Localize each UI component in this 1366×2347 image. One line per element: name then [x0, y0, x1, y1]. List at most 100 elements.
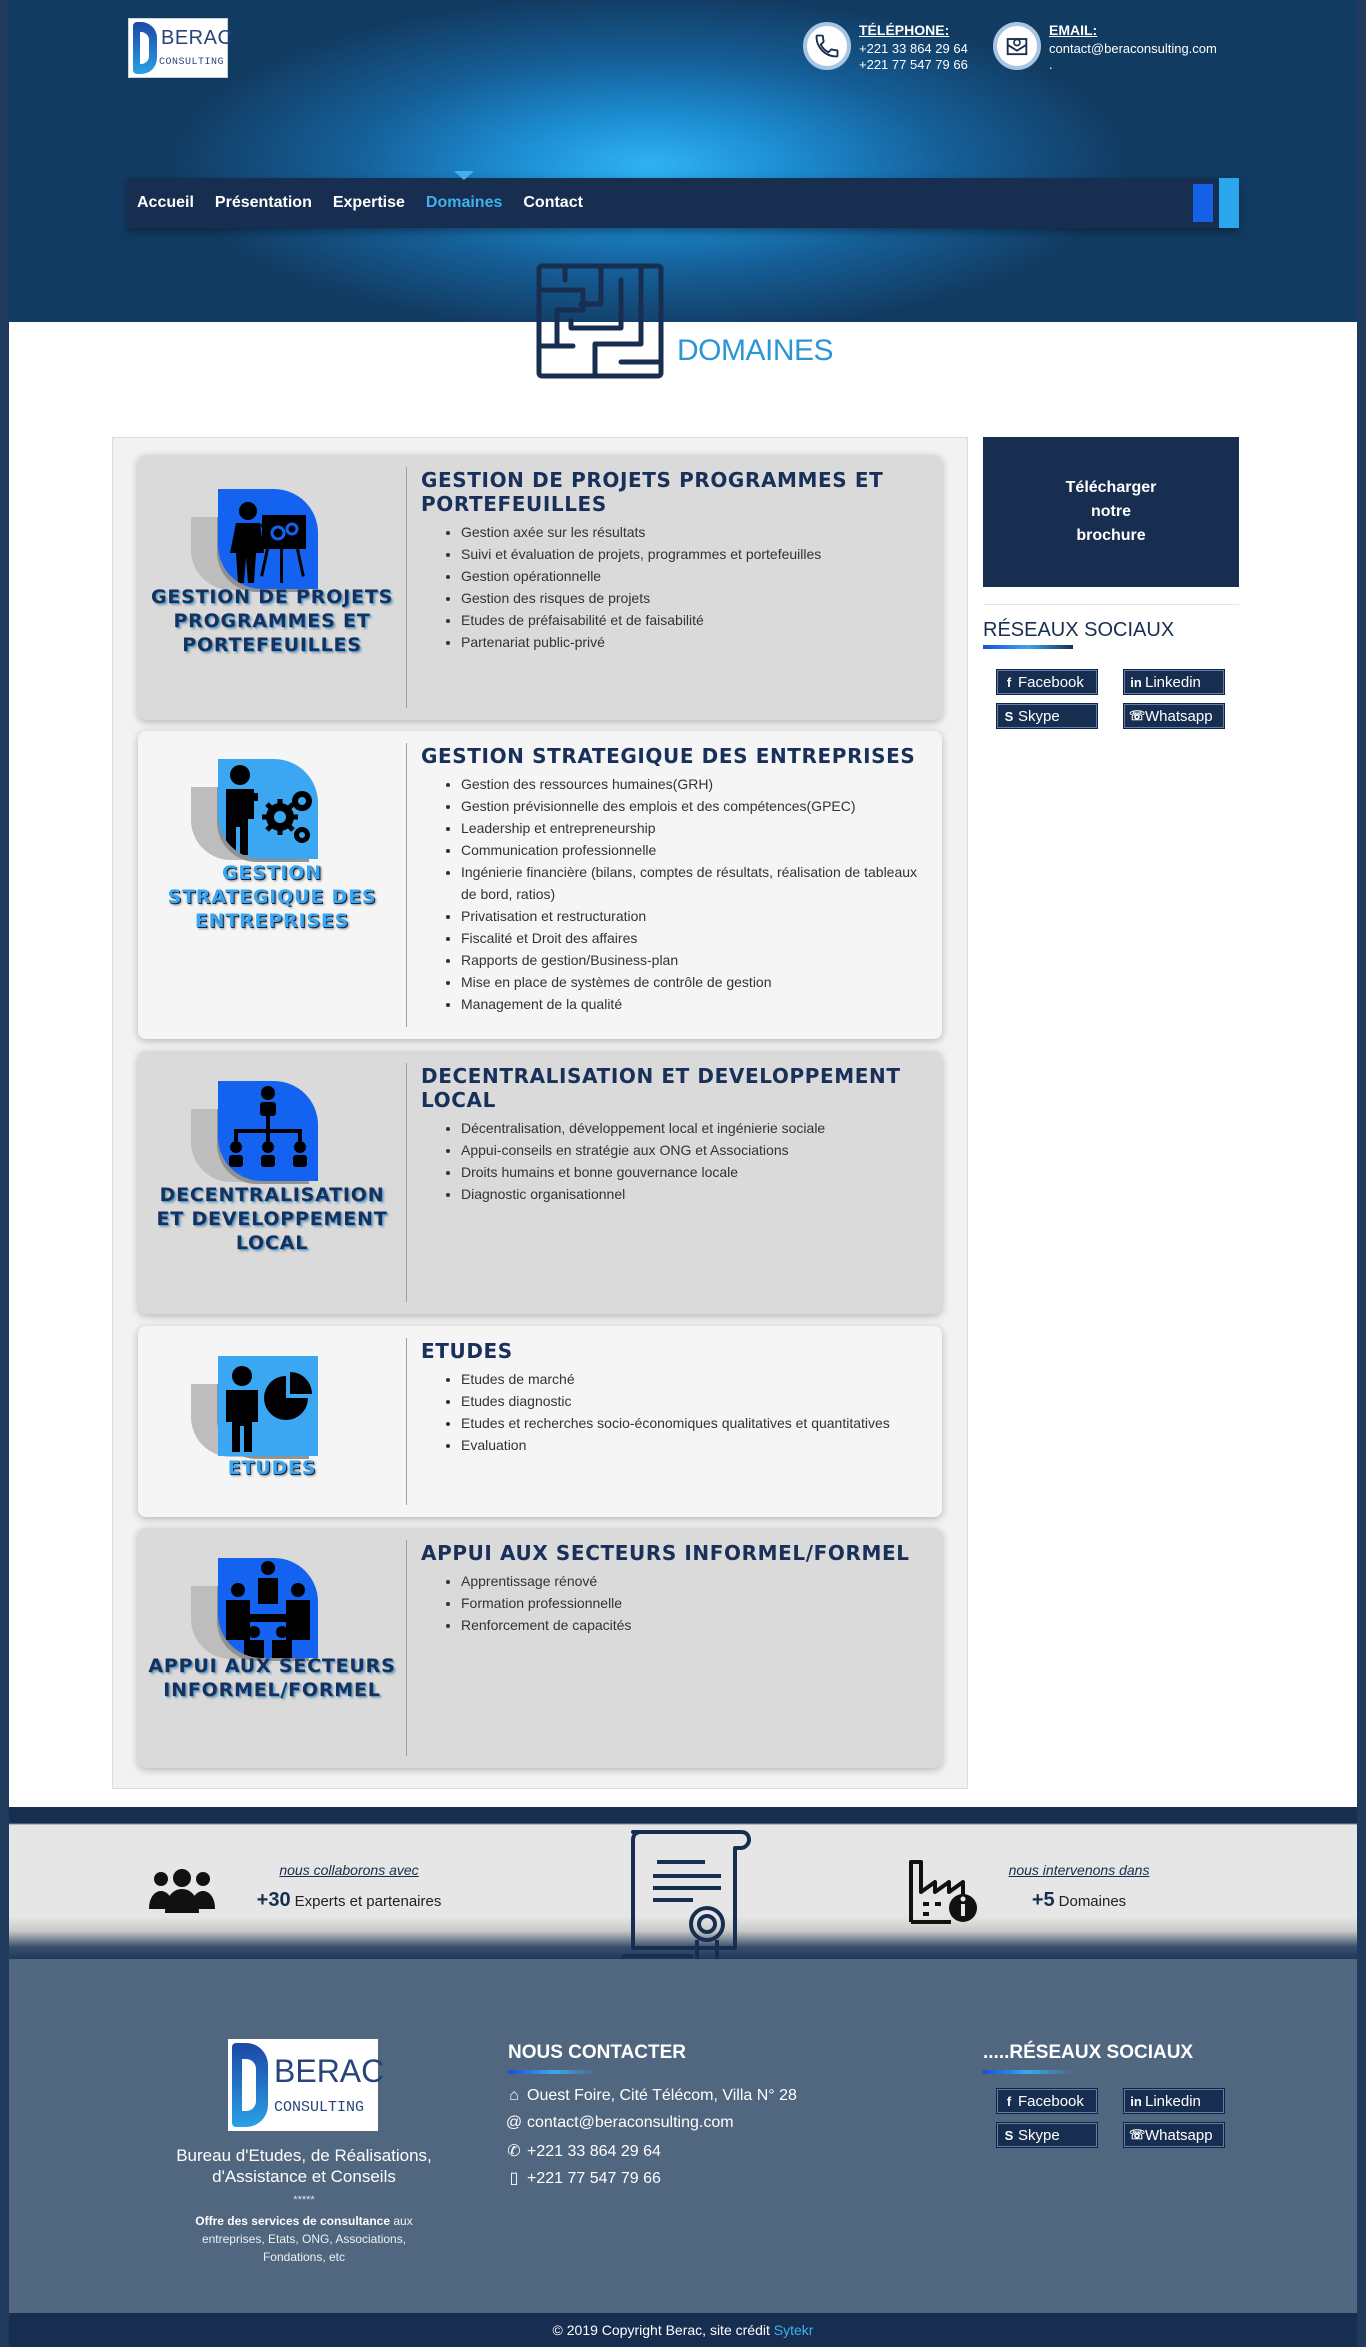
nav-toggle-accent[interactable]: [1219, 178, 1239, 228]
list-item: Diagnostic organisationnel: [461, 1183, 922, 1205]
footer-phone-2[interactable]: ▯ +221 77 547 79 66: [505, 2168, 661, 2188]
domains-panel: GESTION DE PROJETS PROGRAMMES ET PORTEFE…: [112, 437, 968, 1789]
org-chart-icon: [191, 1081, 318, 1184]
domain-caption: DECENTRALISATION ET DEVELOPPEMENT LOCAL: [156, 1184, 388, 1254]
page: BERAC CONSULTING TÉLÉPHONE: +221 33 864 …: [9, 0, 1357, 2347]
manager-gears-icon: [191, 759, 318, 862]
logo-sub: CONSULTING: [159, 57, 225, 68]
list-item: Formation professionnelle: [461, 1592, 922, 1614]
phone-number-1[interactable]: +221 33 864 29 64: [859, 41, 968, 57]
download-brochure-button[interactable]: Télécharger notre brochure: [983, 437, 1239, 587]
email-address[interactable]: contact@beraconsulting.com: [1049, 41, 1217, 57]
list-item: Etudes et recherches socio-économiques q…: [461, 1412, 922, 1434]
domain-card-content: APPUI AUX SECTEURS INFORMEL/FORMEL Appre…: [421, 1541, 922, 1636]
list-item: Management de la qualité: [461, 993, 922, 1015]
credit-link[interactable]: Sytekr: [774, 2322, 814, 2338]
domain-caption: APPUI AUX SECTEURS INFORMEL/FORMEL: [148, 1655, 396, 1701]
people-icon: [149, 1869, 215, 1913]
mobile-icon: ▯: [509, 2170, 519, 2187]
domain-list: Décentralisation, développement local et…: [421, 1117, 922, 1205]
footer-social-underline: [983, 2070, 1073, 2074]
whatsapp-label: Whatsapp: [1145, 707, 1213, 725]
domain-caption: GESTION DE PROJETS PROGRAMMES ET PORTEFE…: [150, 586, 394, 656]
list-item: Partenariat public-privé: [461, 631, 922, 653]
copyright-bar: © 2019 Copyright Berac, site crédit Syte…: [9, 2313, 1357, 2347]
facebook-label: Facebook: [1018, 2092, 1084, 2110]
list-item: Etudes de préfaisabilité et de faisabili…: [461, 609, 922, 631]
footer-facebook-button[interactable]: f Facebook: [997, 2089, 1097, 2113]
stat-domains: nous intervenons dans +5 Domaines: [994, 1862, 1164, 1912]
footer-social-title: .....RÉSEAUX SOCIAUX: [983, 2042, 1194, 2063]
list-item: Ingénierie financière (bilans, comptes d…: [461, 861, 922, 905]
nav-item-domaines[interactable]: Domaines: [426, 171, 502, 212]
sidebar-divider: [983, 604, 1239, 605]
domain-card-content: GESTION DE PROJETS PROGRAMMES ET PORTEFE…: [421, 468, 922, 653]
footer-address: ⌂ Ouest Foire, Cité Télécom, Villa N° 28: [505, 2087, 797, 2105]
facebook-button[interactable]: f Facebook: [997, 670, 1097, 694]
footer-logo-name: BERAC: [274, 2053, 385, 2089]
team-meeting-icon: [191, 1558, 318, 1661]
skype-icon: S: [1004, 2127, 1014, 2143]
footer-tagline: Bureau d'Etudes, de Réalisations, d'Assi…: [176, 2146, 432, 2186]
footer-phone-1[interactable]: ✆ +221 33 864 29 64: [505, 2141, 661, 2161]
whatsapp-icon: ☏: [1129, 2127, 1146, 2142]
divider: [406, 1063, 407, 1302]
footer-address-text: Ouest Foire, Cité Télécom, Villa N° 28: [527, 2087, 797, 2104]
footer-stars: *****: [293, 2194, 315, 2206]
list-item: Apprentissage rénové: [461, 1570, 922, 1592]
domain-card-visual: GESTION DE PROJETS PROGRAMMES ET PORTEFE…: [138, 455, 406, 720]
domain-card-visual: DECENTRALISATION ET DEVELOPPEMENT LOCAL: [138, 1051, 406, 1314]
footer-whatsapp-button[interactable]: ☏ Whatsapp: [1124, 2123, 1224, 2147]
stat-value: +30: [256, 1889, 291, 1911]
domain-list: Etudes de marché Etudes diagnostic Etude…: [421, 1368, 922, 1456]
footer-phone-2-text: +221 77 547 79 66: [527, 2170, 661, 2187]
list-item: Renforcement de capacités: [461, 1614, 922, 1636]
stat-collaborators: nous collaborons avec +30 Experts et part…: [239, 1862, 459, 1912]
list-item: Communication professionnelle: [461, 839, 922, 861]
footer-linkedin-button[interactable]: in Linkedin: [1124, 2089, 1224, 2113]
list-item: Appui-conseils en stratégie aux ONG et A…: [461, 1139, 922, 1161]
list-item: Gestion des risques de projets: [461, 587, 922, 609]
footer: BERAC CONSULTING Bureau d'Etudes, de Réa…: [9, 1959, 1357, 2313]
at-icon: @: [505, 2114, 523, 2131]
list-item: Droits humains et bonne gouvernance loca…: [461, 1161, 922, 1183]
domain-list: Apprentissage rénové Formation professio…: [421, 1570, 922, 1636]
phone-icon: [803, 22, 851, 70]
domain-caption: ETUDES: [227, 1457, 317, 1479]
nav-item-expertise[interactable]: Expertise: [333, 194, 405, 212]
footer-email[interactable]: @ contact@beraconsulting.com: [505, 2114, 734, 2132]
stat-text: Domaines: [1058, 1893, 1127, 1910]
list-item: Gestion axée sur les résultats: [461, 521, 922, 543]
copyright-text: © 2019 Copyright Berac, site crédit: [552, 2322, 774, 2338]
phone-number-2[interactable]: +221 77 547 79 66: [859, 57, 968, 73]
browser-frame: BERAC CONSULTING TÉLÉPHONE: +221 33 864 …: [0, 0, 1366, 2347]
domain-card: GESTION STRATEGIQUE DES ENTREPRISES GEST…: [138, 731, 942, 1039]
nav-item-presentation[interactable]: Présentation: [215, 194, 312, 212]
list-item: Décentralisation, développement local et…: [461, 1117, 922, 1139]
domain-card: GESTION DE PROJETS PROGRAMMES ET PORTEFE…: [138, 455, 942, 720]
skype-label: Skype: [1018, 2126, 1060, 2144]
divider: [406, 1338, 407, 1505]
footer-logo-b-mark: [232, 2043, 268, 2127]
skype-button[interactable]: S Skype: [997, 704, 1097, 728]
domain-title: ETUDES: [421, 1339, 513, 1363]
header: BERAC CONSULTING TÉLÉPHONE: +221 33 864 …: [9, 0, 1357, 322]
domain-card: APPUI AUX SECTEURS INFORMEL/FORMEL APPUI…: [138, 1528, 942, 1768]
main-nav: Accueil Présentation Expertise Domaines …: [127, 171, 1239, 228]
linkedin-button[interactable]: in Linkedin: [1124, 670, 1224, 694]
nav-toggle-button[interactable]: [1193, 184, 1213, 222]
domain-card-visual: APPUI AUX SECTEURS INFORMEL/FORMEL: [138, 1528, 406, 1768]
domain-list: Gestion axée sur les résultats Suivi et …: [421, 521, 922, 653]
site-logo[interactable]: BERAC CONSULTING: [128, 18, 232, 78]
nav-item-contact[interactable]: Contact: [523, 194, 583, 212]
divider: [406, 743, 407, 1027]
nav-item-accueil[interactable]: Accueil: [137, 194, 194, 212]
domain-card-content: ETUDES Etudes de marché Etudes diagnosti…: [421, 1339, 922, 1456]
footer-logo[interactable]: BERAC CONSULTING: [228, 2039, 384, 2131]
domain-card-content: DECENTRALISATION ET DEVELOPPEMENT LOCAL …: [421, 1064, 922, 1205]
footer-skype-button[interactable]: S Skype: [997, 2123, 1097, 2147]
footer-email-text: contact@beraconsulting.com: [527, 2114, 734, 2131]
facebook-label: Facebook: [1018, 673, 1084, 691]
whatsapp-button[interactable]: ☏ Whatsapp: [1124, 704, 1224, 728]
home-icon: ⌂: [509, 2087, 519, 2104]
